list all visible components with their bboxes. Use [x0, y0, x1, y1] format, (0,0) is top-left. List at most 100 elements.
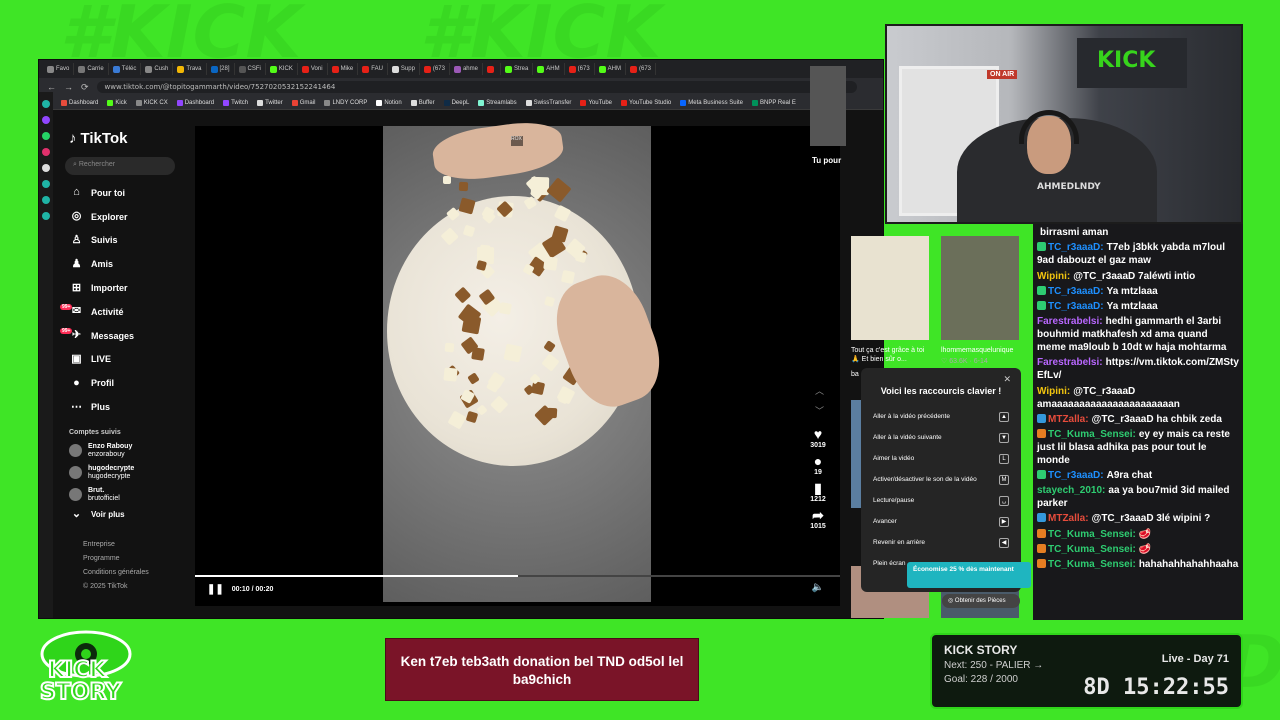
browser-tab[interactable]: (673 [565, 63, 595, 75]
sidebar-app-icon[interactable] [42, 116, 50, 124]
browser-tab[interactable]: ahme [450, 63, 483, 75]
bookmark-item[interactable]: LNDY CORP [324, 99, 367, 106]
chat-username[interactable]: TC_r3aaaD: [1048, 470, 1104, 481]
browser-tab[interactable] [483, 63, 501, 75]
nav-item-live[interactable]: ▣ LIVE [53, 348, 193, 372]
bookmark-item[interactable]: Gmail [291, 99, 315, 106]
sidebar-app-icon[interactable] [42, 132, 50, 140]
following-account[interactable]: Enzo Rabouy enzorabouy [53, 440, 193, 462]
chat-username[interactable]: MTZalla: [1048, 513, 1089, 524]
reload-icon[interactable]: ⟳ [81, 82, 89, 93]
browser-tab[interactable]: Mike [328, 63, 359, 75]
video-frame[interactable]: ROX [383, 117, 673, 602]
pause-icon[interactable]: ❚❚ [207, 584, 224, 595]
bookmark-item[interactable]: YouTube [580, 99, 612, 106]
nav-item-explorer[interactable]: ◎ Explorer [53, 205, 193, 229]
browser-tab[interactable]: [28] [207, 63, 235, 75]
chat-username[interactable]: TC_r3aaaD: [1048, 301, 1104, 312]
browser-tab[interactable]: AHM [533, 63, 565, 75]
sidebar-app-icon[interactable] [42, 100, 50, 108]
sidebar-app-icon[interactable] [42, 180, 50, 188]
chat-username[interactable]: TC_Kuma_Sensei: [1048, 529, 1136, 540]
sidebar-app-icon[interactable] [42, 196, 50, 204]
browser-tab[interactable]: Cush [141, 63, 174, 75]
footer-link[interactable]: Conditions générales [53, 566, 193, 580]
chevron-down-icon[interactable]: ﹀ [815, 404, 824, 417]
chat-username[interactable]: TC_Kuma_Sensei: [1048, 559, 1136, 570]
nav-item-importer[interactable]: ⊞ Importer [53, 276, 193, 300]
bookmark-icon[interactable]: ▮ [808, 480, 828, 496]
sidebar-app-icon[interactable] [42, 164, 50, 172]
chevron-up-icon[interactable]: ︿ [815, 384, 824, 397]
video-progress-bar[interactable] [195, 575, 840, 577]
browser-tab[interactable]: KICK [266, 63, 298, 75]
back-icon[interactable]: ← [47, 82, 56, 92]
share-icon[interactable]: ➦ [808, 507, 828, 523]
chat-username[interactable]: MTZalla: [1048, 414, 1089, 425]
bookmark-item[interactable]: Dashboard [61, 99, 98, 106]
browser-tab[interactable]: Strea [501, 63, 534, 75]
browser-tab[interactable]: AHM [595, 63, 626, 75]
bookmark-item[interactable]: Notion [376, 99, 402, 106]
footer-link[interactable]: Entreprise [53, 538, 193, 552]
see-more-button[interactable]: ⌄ Voir plus [53, 506, 193, 524]
chat-username[interactable]: TC_Kuma_Sensei: [1048, 429, 1136, 440]
volume-icon[interactable]: 🔈 [812, 582, 824, 593]
browser-tab[interactable]: Favo [43, 63, 75, 75]
chat-username[interactable]: Farestrabelsi: [1037, 357, 1103, 368]
bookmark-item[interactable]: DeepL [443, 99, 469, 106]
suggestion-thumb[interactable] [851, 400, 861, 508]
chat-username[interactable]: stayech_2010: [1037, 485, 1105, 496]
like-icon[interactable]: ♥ [808, 426, 828, 442]
bookmark-item[interactable]: SwissTransfer [525, 99, 571, 106]
nav-item-pourtoi[interactable]: ⌂ Pour toi [53, 181, 193, 205]
address-input[interactable]: www.tiktok.com/@topitogammarth/video/752… [96, 81, 857, 93]
bookmark-item[interactable]: BNPP Real E [751, 99, 796, 106]
following-account[interactable]: hugodecrypte hugodecrypte [53, 462, 193, 484]
chat-username[interactable]: TC_r3aaaD: [1048, 242, 1104, 253]
browser-tab[interactable]: Trava [173, 63, 207, 75]
sidebar-app-icon[interactable] [42, 148, 50, 156]
bookmark-item[interactable]: Twitch [223, 99, 248, 106]
browser-tab[interactable]: (673 [626, 63, 657, 75]
chat-username[interactable]: TC_r3aaaD: [1048, 286, 1104, 297]
sidebar-app-icon[interactable] [42, 212, 50, 220]
footer-link[interactable]: Programme [53, 552, 193, 566]
suggestion-thumb[interactable] [941, 236, 1019, 340]
browser-tab[interactable]: Téléc [109, 63, 142, 75]
bookmark-item[interactable]: Twitter [257, 99, 283, 106]
bookmark-item[interactable]: KICK CX [135, 99, 168, 106]
get-coins-button[interactable]: ◎ Obtenir des Pièces [942, 594, 1020, 608]
bookmark-item[interactable]: Meta Business Suite [680, 99, 743, 106]
browser-tab[interactable]: FAU [358, 63, 388, 75]
browser-tab[interactable]: (673 [420, 63, 450, 75]
chat-username[interactable]: TC_Kuma_Sensei: [1048, 544, 1136, 555]
forward-icon[interactable]: → [64, 82, 73, 92]
nav-item-activit[interactable]: ✉ Activité 99+ [53, 300, 193, 324]
browser-tab[interactable]: Voni [298, 63, 328, 75]
chat-username[interactable]: Farestrabelsi: [1037, 316, 1103, 327]
chat-username[interactable]: Wipini: [1037, 386, 1070, 397]
tiktok-logo[interactable]: ♪ TikTok [53, 124, 193, 147]
nav-item-amis[interactable]: ♟ Amis [53, 252, 193, 276]
comment-icon[interactable]: ● [808, 453, 828, 469]
coins-promo[interactable]: Économise 25 % dès maintenant [907, 562, 1031, 588]
bookmark-item[interactable]: Buffer [410, 99, 435, 106]
chat-username[interactable]: Wipini: [1037, 271, 1070, 282]
bookmark-item[interactable]: Streamlabs [478, 99, 517, 106]
bookmark-item[interactable]: Kick [107, 99, 127, 106]
browser-tab[interactable]: Supp [388, 63, 420, 75]
following-account[interactable]: Brut. brutofficiel [53, 484, 193, 506]
search-input[interactable]: ⌕ Rechercher [65, 157, 175, 175]
video-player[interactable]: ROX ⋯ ︿ ﹀ ♥ 3019 ● 19 ▮ 1212 ➦ 1015 ❚❚ 0… [195, 117, 840, 606]
nav-item-profil[interactable]: ● Profil [53, 371, 193, 395]
nav-item-plus[interactable]: ⋯ Plus [53, 395, 193, 419]
bookmark-item[interactable]: Dashboard [176, 99, 214, 106]
nav-item-suivis[interactable]: ♙ Suivis [53, 229, 193, 253]
browser-tab[interactable]: CSFi [235, 63, 266, 75]
suggestion-thumb-top[interactable] [810, 66, 846, 146]
browser-tab[interactable]: Carrie [74, 63, 109, 75]
bookmark-item[interactable]: YouTube Studio [621, 99, 671, 106]
nav-item-messages[interactable]: ✈ Messages 99+ [53, 324, 193, 348]
suggestion-thumb[interactable] [851, 236, 929, 340]
